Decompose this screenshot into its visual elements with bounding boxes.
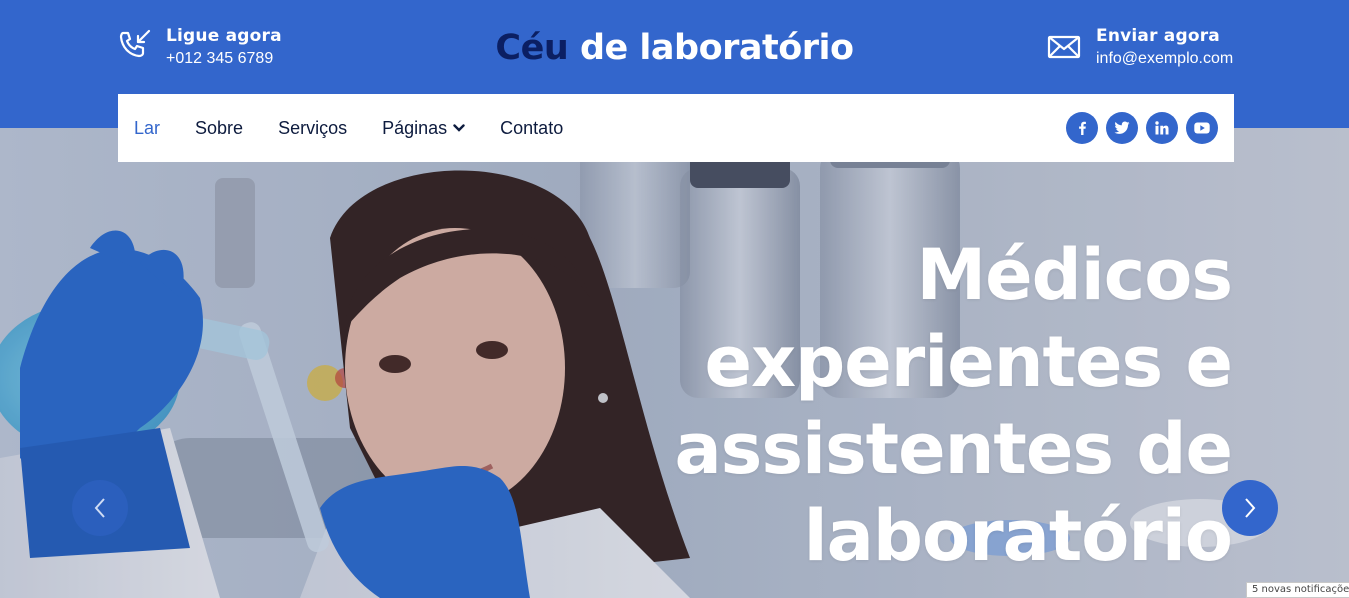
nav-label: Sobre — [195, 117, 244, 138]
linkedin-link[interactable] — [1146, 112, 1178, 144]
envelope-icon — [1047, 35, 1081, 59]
nav-label: Contato — [500, 117, 564, 138]
nav-item-lar[interactable]: Lar — [134, 118, 160, 139]
nav-item-contato[interactable]: Contato — [500, 118, 563, 139]
nav-label: Páginas — [382, 117, 448, 138]
facebook-icon — [1079, 121, 1086, 135]
main-navigation: Lar Sobre Serviços Páginas Contato — [118, 94, 1234, 162]
social-links — [1066, 112, 1218, 144]
twitter-icon — [1114, 121, 1130, 134]
headline-line: assistentes de — [674, 408, 1233, 490]
linkedin-icon — [1155, 121, 1169, 135]
email-address[interactable]: info@exemplo.com — [1096, 49, 1233, 69]
youtube-icon — [1194, 122, 1210, 134]
chevron-left-icon — [94, 498, 105, 518]
twitter-link[interactable] — [1106, 112, 1138, 144]
nav-item-servicos[interactable]: Serviços — [278, 118, 347, 139]
facebook-link[interactable] — [1066, 112, 1098, 144]
headline-line: Médicos — [916, 234, 1234, 316]
mail-title: Enviar agora — [1096, 26, 1220, 46]
mail-contact[interactable]: Enviar agora info@exemplo.com — [1046, 26, 1233, 69]
hero-headline: Médicos experientes e assistentes de lab… — [592, 232, 1234, 580]
nav-item-paginas-dropdown[interactable]: Páginas — [382, 118, 465, 139]
nav-label: Lar — [134, 117, 161, 138]
nav-item-sobre[interactable]: Sobre — [195, 118, 243, 139]
notification-toast[interactable]: 5 novas notificações — [1246, 582, 1349, 598]
logo-part-1: Céu — [495, 28, 569, 68]
chevron-down-icon — [453, 124, 465, 132]
carousel-next-button[interactable] — [1222, 480, 1278, 536]
nav-label: Serviços — [278, 117, 348, 138]
chevron-right-icon — [1245, 498, 1256, 518]
carousel-prev-button[interactable] — [72, 480, 128, 536]
headline-line: laboratório — [803, 495, 1233, 577]
headline-line: experientes e — [704, 321, 1233, 403]
logo-part-2: de laboratório — [579, 28, 854, 68]
youtube-link[interactable] — [1186, 112, 1218, 144]
